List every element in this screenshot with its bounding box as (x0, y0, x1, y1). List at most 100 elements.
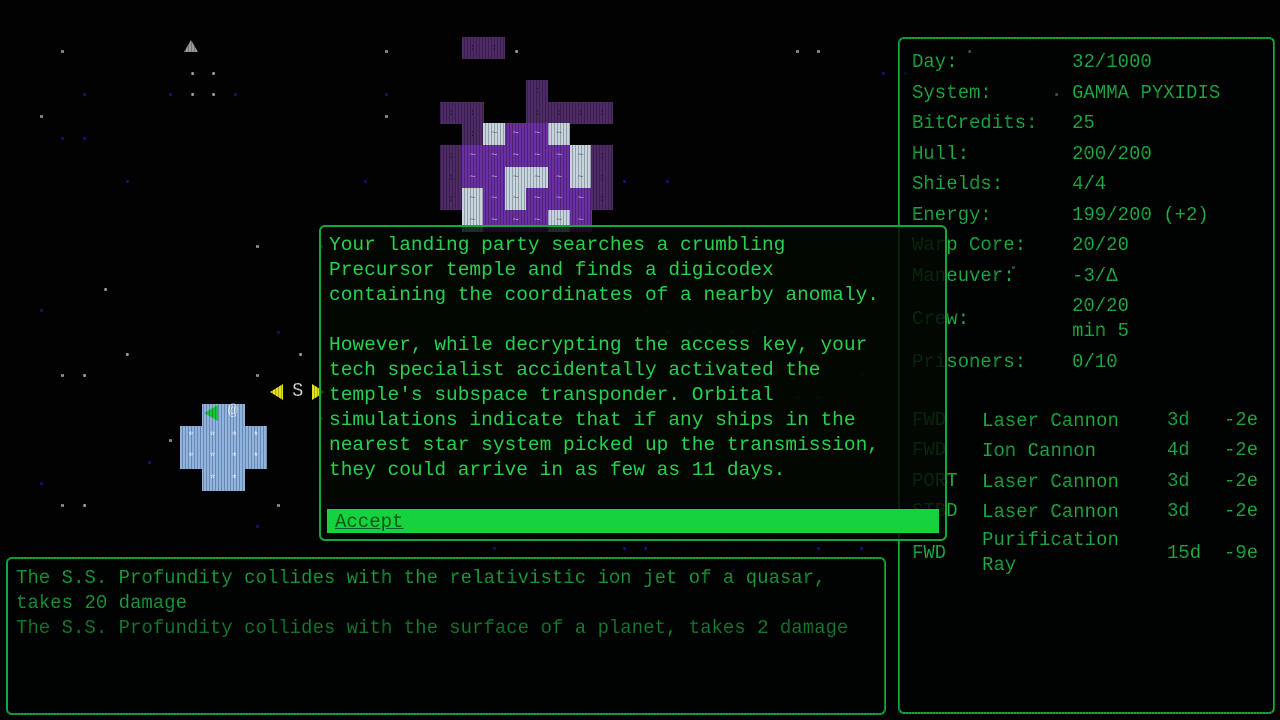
stat-value: GAMMA PYXIDIS (1072, 82, 1221, 104)
accept-button[interactable]: Accept (327, 509, 939, 533)
ship-stats-panel: Day: 32/1000 System: GAMMA PYXIDIS BitCred… (898, 37, 1275, 714)
ship-tile: * (180, 447, 202, 470)
planet-tile: : (591, 145, 614, 167)
weapon-energy: -2e (1224, 470, 1259, 492)
star (817, 547, 821, 550)
star (817, 50, 821, 54)
planet-tile: : (483, 37, 506, 59)
star (82, 93, 86, 97)
event-dialog: Your landing party searches a crumbling … (319, 225, 947, 541)
planet-tile: ~ (483, 123, 506, 146)
star (493, 547, 497, 550)
star (190, 71, 194, 75)
star (147, 460, 151, 464)
star (277, 503, 281, 507)
ship-tile: * (244, 425, 267, 448)
stat-value: 20/20 (1072, 295, 1130, 317)
planet-tile: ~ (461, 145, 484, 167)
star (795, 50, 799, 54)
star (82, 136, 86, 140)
star (82, 374, 86, 378)
stat-value: 199/200 (+2) (1072, 204, 1209, 226)
planet-tile: : (440, 101, 462, 124)
log-entry: The S.S. Profundity collides with the re… (16, 567, 826, 614)
dialog-text: Your landing party searches a crumbling … (329, 233, 944, 483)
star (622, 179, 626, 183)
star (126, 352, 129, 356)
planet-tile: : (461, 123, 484, 146)
weapon-name: Laser Cannon (982, 501, 1119, 523)
weapon-damage: 15d (1167, 542, 1202, 564)
planet-tile: ~ (483, 145, 506, 167)
ship-tile: * (201, 468, 224, 491)
marker-label: S (292, 380, 304, 402)
star (622, 547, 626, 550)
star (255, 244, 259, 248)
stat-label: Hull: (912, 143, 970, 165)
triangle-object-icon[interactable] (184, 40, 198, 52)
planet-tile: ~ (548, 145, 570, 167)
player-symbol: @ (228, 402, 238, 420)
ship-tile: * (223, 447, 246, 470)
stat-value-min: min 5 (1072, 320, 1130, 342)
ship-tile: * (244, 447, 267, 470)
star (169, 93, 173, 97)
stat-label: Shields: (912, 173, 1004, 195)
dialog-paragraph-2: However, while decrypting the access key… (329, 334, 879, 481)
planet-tile: ~ (461, 166, 484, 189)
planet-tile: ~ (569, 145, 592, 167)
planet-tile: ~ (526, 188, 549, 211)
planet-tile: : (548, 101, 570, 124)
planet-tile: : (440, 145, 462, 167)
planet-tile: ~ (483, 166, 506, 189)
star (514, 50, 518, 54)
dialog-paragraph-1: Your landing party searches a crumbling … (329, 234, 879, 306)
planet-tile: ~ (483, 188, 506, 211)
star (277, 331, 281, 334)
star (385, 93, 389, 97)
star (104, 287, 108, 291)
star (39, 482, 43, 486)
stat-label: BitCredits: (912, 112, 1038, 134)
star (39, 309, 43, 313)
log-entry: The S.S. Profundity collides with the su… (16, 617, 849, 639)
star (385, 115, 389, 118)
star (234, 93, 237, 97)
ship-tile: * (223, 425, 246, 448)
star (61, 50, 65, 54)
star (61, 503, 65, 507)
star (860, 547, 864, 550)
planet-tile: ~ (569, 166, 592, 189)
ship-tile: * (201, 425, 224, 448)
weapon-name: Purification Ray (982, 529, 1119, 576)
weapon-name: Ion Cannon (982, 440, 1097, 462)
planet-tile: ~ (526, 145, 549, 167)
planet-tile: : (591, 188, 614, 211)
weapon-damage: 3d (1167, 500, 1190, 522)
star (61, 374, 65, 378)
stat-label: Day: (912, 51, 958, 73)
planet-tile: ~ (504, 123, 527, 146)
weapon-damage: 3d (1167, 409, 1190, 431)
ship-heading-arrow-icon (204, 405, 218, 421)
planet-tile: ~ (569, 188, 592, 211)
stat-value: 0/10 (1072, 351, 1118, 373)
weapon-damage: 3d (1167, 470, 1190, 492)
star (385, 50, 389, 54)
weapon-damage: 4d (1167, 439, 1190, 461)
planet-tile: : (591, 101, 614, 124)
message-log-panel[interactable]: The S.S. Profundity collides with the re… (6, 557, 886, 715)
star (298, 352, 302, 356)
stat-value: 4/4 (1072, 173, 1107, 195)
stat-value: 25 (1072, 112, 1095, 134)
star (126, 179, 129, 183)
star (169, 439, 173, 442)
planet-tile: : (526, 101, 549, 124)
weapon-name: Laser Cannon (982, 410, 1119, 432)
stat-value: -3/Δ (1072, 265, 1118, 287)
star (666, 179, 669, 183)
weapon-energy: -2e (1224, 500, 1259, 522)
star (882, 71, 885, 75)
planet-tile: ~ (504, 145, 527, 167)
stat-label: Energy: (912, 204, 992, 226)
